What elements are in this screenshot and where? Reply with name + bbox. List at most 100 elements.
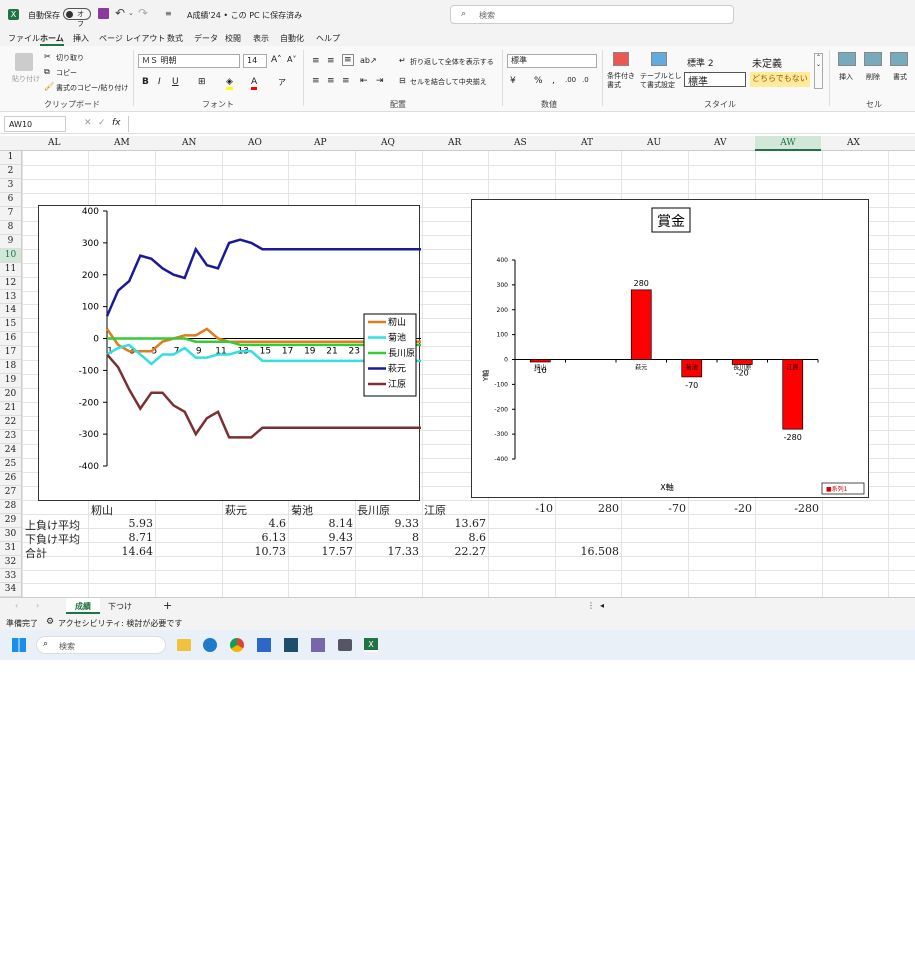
formula-input[interactable] bbox=[128, 116, 913, 132]
underline-icon[interactable]: U bbox=[172, 77, 179, 87]
format-cells-button[interactable]: 書式 bbox=[893, 72, 907, 82]
row-header[interactable]: 13 bbox=[0, 291, 21, 305]
bold-icon[interactable]: B bbox=[142, 77, 149, 87]
row-header[interactable]: 23 bbox=[0, 430, 21, 444]
row-header[interactable]: 7 bbox=[0, 207, 21, 221]
row-header[interactable]: 33 bbox=[0, 570, 21, 584]
cell-value[interactable]: 8.6 bbox=[422, 531, 487, 544]
table-format-button[interactable]: テーブルとして書式設定 bbox=[640, 72, 682, 90]
row-header[interactable]: 10 bbox=[0, 248, 21, 263]
style-undefined[interactable]: 未定義 bbox=[752, 55, 782, 70]
row-header[interactable]: 21 bbox=[0, 402, 21, 417]
row-header[interactable]: 1 bbox=[0, 151, 21, 165]
decrease-decimal-icon[interactable]: .0 bbox=[582, 76, 589, 84]
tab-review[interactable]: 校閲 bbox=[225, 33, 241, 44]
col-header[interactable]: AV bbox=[714, 138, 727, 148]
cell-value[interactable]: 17.33 bbox=[355, 545, 420, 558]
cell-value[interactable]: 9.43 bbox=[289, 531, 354, 544]
row-header[interactable]: 30 bbox=[0, 528, 21, 542]
indent-decrease-icon[interactable]: ⇤ bbox=[360, 76, 368, 86]
col-header[interactable]: AS bbox=[514, 138, 527, 148]
number-format-select[interactable]: 標準 bbox=[507, 54, 597, 68]
comma-icon[interactable]: , bbox=[552, 76, 555, 86]
cancel-icon[interactable]: ✕ bbox=[84, 118, 92, 128]
file-name[interactable]: A成績'24 • この PC に保存済み bbox=[187, 10, 302, 21]
merge-center-button[interactable]: セルを結合して中央揃え bbox=[410, 77, 487, 87]
cell-name-hagimoto[interactable]: 萩元 bbox=[225, 502, 247, 518]
tab-formulas[interactable]: 数式 bbox=[167, 33, 183, 44]
font-color-icon[interactable]: A bbox=[251, 77, 258, 90]
row-header[interactable]: 14 bbox=[0, 304, 21, 319]
undo-dropdown-icon[interactable]: ⌄ bbox=[128, 9, 134, 17]
row-header[interactable]: 15 bbox=[0, 318, 21, 333]
format-painter-button[interactable]: 書式のコピー/貼り付け bbox=[56, 83, 128, 93]
col-header[interactable]: AN bbox=[182, 138, 196, 148]
col-header[interactable]: AQ bbox=[381, 138, 395, 148]
paste-icon[interactable] bbox=[15, 53, 33, 71]
bar-chart[interactable]: 賞金 400 300 200 100 0 -100 -200 -300 -400 -10 籾山 280 萩… bbox=[471, 199, 869, 498]
sheet-tab-active[interactable]: 成績 bbox=[66, 598, 100, 614]
accessibility-icon[interactable]: ⚙ bbox=[46, 617, 54, 627]
name-box[interactable]: AW10 bbox=[4, 116, 66, 132]
font-name-select[interactable]: ＭＳ 明朝 bbox=[138, 54, 240, 68]
app-icon[interactable] bbox=[284, 638, 298, 652]
delete-cells-button[interactable]: 削除 bbox=[866, 72, 880, 82]
font-size-select[interactable]: 14 bbox=[243, 54, 267, 68]
row-header[interactable]: 31 bbox=[0, 542, 21, 556]
col-header[interactable]: AT bbox=[581, 138, 593, 148]
excel-taskbar-icon[interactable]: X bbox=[364, 638, 378, 652]
cell-value[interactable]: 8 bbox=[355, 531, 419, 544]
style-gallery[interactable]: 標準 2 未定義 標準 どちらでもない bbox=[684, 53, 812, 89]
wrap-text-button[interactable]: 折り返して全体を表示する bbox=[410, 57, 494, 67]
cell-prize[interactable]: -280 bbox=[755, 502, 819, 515]
customize-qat-icon[interactable]: ≡ bbox=[165, 9, 172, 18]
search-box[interactable]: ⌕ 検索 bbox=[450, 5, 734, 24]
row-header[interactable]: 18 bbox=[0, 360, 21, 375]
row-header[interactable]: 32 bbox=[0, 556, 21, 570]
col-header[interactable]: AR bbox=[448, 138, 461, 148]
col-header[interactable]: AU bbox=[647, 138, 661, 148]
italic-icon[interactable]: I bbox=[158, 77, 161, 87]
redo-icon[interactable]: ↷ bbox=[138, 6, 148, 20]
tab-home[interactable]: ホーム bbox=[40, 33, 64, 46]
tab-help[interactable]: ヘルプ bbox=[316, 33, 340, 44]
col-header[interactable]: AP bbox=[314, 138, 327, 148]
font-grow-icon[interactable]: A˄ bbox=[271, 55, 282, 65]
row-header[interactable]: 9 bbox=[0, 235, 21, 249]
sheet-tab[interactable]: 下つけ bbox=[108, 601, 132, 612]
row-header[interactable]: 6 bbox=[0, 193, 21, 207]
cell-value[interactable]: 17.57 bbox=[289, 545, 354, 558]
row-header[interactable]: 34 bbox=[0, 583, 21, 598]
cell-prize[interactable]: -70 bbox=[622, 502, 686, 515]
cell-value[interactable]: 6.13 bbox=[222, 531, 287, 544]
file-explorer-icon[interactable] bbox=[177, 639, 191, 651]
row-header[interactable]: 16 bbox=[0, 332, 21, 347]
horizontal-scrollbar[interactable] bbox=[612, 604, 912, 609]
align-right-icon[interactable]: ≡ bbox=[342, 76, 350, 86]
currency-icon[interactable]: ¥ bbox=[510, 76, 516, 86]
tab-automate[interactable]: 自動化 bbox=[280, 33, 304, 44]
insert-cells-button[interactable]: 挿入 bbox=[839, 72, 853, 82]
style-scroll-icon[interactable]: ⌃ ⌄ bbox=[814, 53, 823, 89]
cell-prize[interactable]: -10 bbox=[489, 502, 553, 515]
cell-value[interactable]: 5.93 bbox=[89, 517, 154, 530]
font-shrink-icon[interactable]: A˅ bbox=[287, 55, 296, 64]
tab-prev-icon[interactable]: ‹ bbox=[15, 601, 18, 610]
align-left-icon[interactable]: ≡ bbox=[312, 76, 320, 86]
indent-increase-icon[interactable]: ⇥ bbox=[376, 76, 384, 86]
row-header[interactable]: 17 bbox=[0, 346, 21, 361]
undo-icon[interactable]: ↶ bbox=[115, 6, 125, 20]
border-icon[interactable]: ⊞ bbox=[198, 77, 206, 87]
col-header[interactable]: AL bbox=[48, 138, 60, 148]
row-header[interactable]: 26 bbox=[0, 472, 21, 486]
line-chart[interactable]: 400 300 200 100 0 -100 -200 -300 -400 1 3 5 7 9 11 13 15… bbox=[38, 205, 485, 501]
tab-file[interactable]: ファイル bbox=[8, 33, 40, 44]
tab-options-icon[interactable]: ⋮ bbox=[587, 601, 595, 610]
row-header[interactable]: 2 bbox=[0, 165, 21, 179]
tab-data[interactable]: データ bbox=[194, 33, 218, 44]
edge-icon[interactable] bbox=[203, 638, 217, 652]
col-header[interactable]: AX bbox=[847, 138, 860, 148]
cell-value[interactable]: 22.27 bbox=[422, 545, 487, 558]
style-normal2[interactable]: 標準 2 bbox=[687, 56, 714, 69]
conditional-format-button[interactable]: 条件付き書式 bbox=[607, 72, 637, 90]
